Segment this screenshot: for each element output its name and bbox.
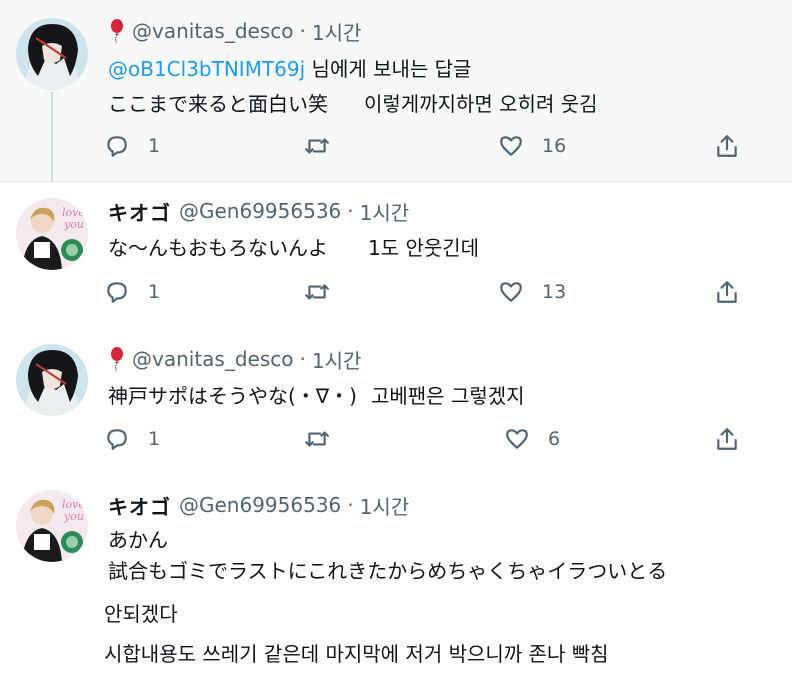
tweet-actions: 1 6 (104, 426, 744, 456)
timestamp[interactable]: 1시간 (360, 491, 410, 520)
reply-icon (107, 136, 127, 157)
reply-to-label: 님에게 보내는 답글 (305, 57, 472, 81)
tweet-vanitas-2[interactable]: @vanitas_desco · 1시간 神戸サポはそうやな(・∇・) 고베팬은 … (0, 330, 792, 478)
balloon-icon (111, 347, 123, 372)
retweet-button[interactable] (304, 426, 330, 452)
author-handle[interactable]: @Gen69956536 (179, 199, 341, 223)
separator-dot: · (299, 19, 306, 43)
like-count: 6 (548, 428, 561, 450)
retweet-icon (305, 431, 329, 447)
like-count: 16 (542, 135, 567, 157)
author-name[interactable]: キオゴ (108, 197, 171, 226)
thread-line (51, 92, 53, 182)
avatar[interactable] (16, 344, 88, 416)
avatar[interactable] (16, 18, 88, 90)
share-button[interactable] (714, 279, 740, 305)
share-icon (717, 135, 737, 157)
like-button[interactable]: 16 (498, 133, 566, 159)
reply-button[interactable]: 1 (104, 133, 160, 159)
reply-count: 1 (148, 135, 161, 157)
share-icon (717, 428, 737, 450)
reply-count: 1 (148, 428, 161, 450)
reply-icon (107, 282, 127, 303)
separator-dot: · (347, 199, 354, 223)
reply-count: 1 (148, 281, 161, 303)
like-icon (500, 136, 522, 156)
reply-icon (107, 429, 127, 450)
retweet-icon (305, 138, 329, 154)
separator-dot: · (299, 347, 306, 371)
tweet-text-line-2: 試合もゴミでラストにこれきたからめちゃくちゃイラついとる (108, 559, 668, 583)
like-count: 13 (542, 281, 567, 303)
tweet-actions: 1 13 (104, 279, 744, 309)
tweet-vanitas-1[interactable]: @vanitas_desco · 1시간 @oB1Cl3bTNIMT69j 님에… (0, 0, 792, 182)
tweet-header: @vanitas_desco · 1시간 (108, 344, 361, 374)
like-button[interactable]: 6 (504, 426, 560, 452)
translation-line-1: 안되겠다 (104, 602, 178, 626)
translation-line-2: 시합내용도 쓰레기 같은데 마지막에 저거 박으니까 존나 빡침 (104, 642, 609, 666)
reply-to-line: @oB1Cl3bTNIMT69j 님에게 보내는 답글 (108, 53, 471, 82)
retweet-icon (305, 284, 329, 300)
tweet-header: キオゴ @Gen69956536 · 1시간 (108, 196, 409, 226)
author-handle[interactable]: @vanitas_desco (132, 19, 294, 43)
tweet-text-original: 神戸サポはそうやな(・∇・) (108, 384, 357, 408)
separator-dot: · (347, 493, 354, 517)
timestamp[interactable]: 1시간 (312, 345, 362, 374)
share-icon (717, 281, 737, 303)
tweet-text-line-1: あかん (108, 528, 168, 552)
tweet-text-translation: 이렇게까지하면 오히려 웃김 (364, 92, 598, 116)
share-button[interactable] (714, 426, 740, 452)
svg-text:you: you (63, 510, 84, 523)
tweet-text-translation: 고베팬은 그렇겠지 (370, 384, 525, 408)
reply-to-mention[interactable]: @oB1Cl3bTNIMT69j (108, 57, 305, 81)
tweet-text-original: ここまで来ると面白い笑 (108, 92, 328, 116)
avatar[interactable]: love you (16, 490, 88, 562)
share-button[interactable] (714, 133, 740, 159)
tweet-text: な～んもおもろないんよ 1도 안웃긴데 (108, 232, 479, 261)
tweet-text-original: な～んもおもろないんよ (108, 236, 328, 260)
timestamp[interactable]: 1시간 (360, 197, 410, 226)
timestamp[interactable]: 1시간 (312, 17, 362, 46)
retweet-button[interactable] (304, 133, 330, 159)
svg-text:you: you (63, 218, 84, 231)
like-button[interactable]: 13 (498, 279, 566, 305)
author-handle[interactable]: @vanitas_desco (132, 347, 294, 371)
author-handle[interactable]: @Gen69956536 (179, 493, 341, 517)
avatar[interactable]: love you (16, 198, 88, 270)
tweet-text: ここまで来ると面白い笑 이렇게까지하면 오히려 웃김 (108, 88, 598, 117)
tweet-actions: 1 16 (104, 133, 744, 163)
tweet-header: キオゴ @Gen69956536 · 1시간 (108, 490, 409, 520)
reply-button[interactable]: 1 (104, 426, 160, 452)
like-icon (500, 282, 522, 302)
reply-button[interactable]: 1 (104, 279, 160, 305)
like-icon (506, 429, 528, 449)
retweet-button[interactable] (304, 279, 330, 305)
balloon-icon (111, 19, 123, 44)
tweet-header: @vanitas_desco · 1시간 (108, 16, 361, 46)
tweet-text: 神戸サポはそうやな(・∇・) 고베팬은 그렇겠지 (108, 380, 525, 409)
tweet-text-translation: 1도 안웃긴데 (368, 236, 480, 260)
tweet-kiogo-2[interactable]: love you キオゴ @Gen69956536 · 1시간 あかん 試合もゴ… (0, 478, 792, 678)
tweet-kiogo-1[interactable]: love you キオゴ @Gen69956536 · 1시간 な～んもおもろな… (0, 182, 792, 330)
author-name[interactable]: キオゴ (108, 491, 171, 520)
